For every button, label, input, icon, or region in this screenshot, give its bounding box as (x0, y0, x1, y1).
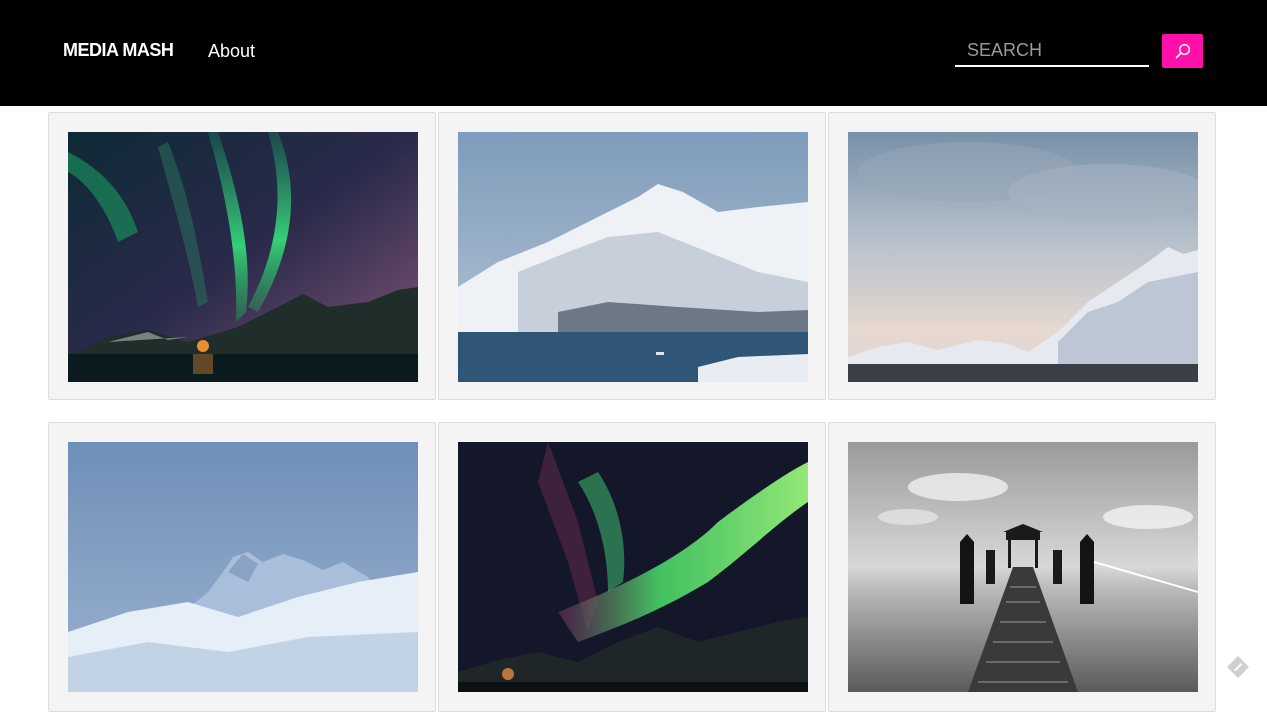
gallery-card[interactable] (828, 112, 1216, 400)
gallery-card[interactable] (438, 112, 826, 400)
gallery-card[interactable] (48, 112, 436, 400)
brand-logo-link[interactable]: MEDIA MASH (63, 40, 174, 61)
top-navbar: MEDIA MASH About (0, 0, 1267, 106)
aurora-over-mountains-icon[interactable] (458, 442, 808, 692)
edit-icon[interactable] (1226, 655, 1250, 679)
snow-mountain-blue-sky-icon[interactable] (68, 442, 418, 692)
search-input[interactable] (955, 35, 1149, 67)
cloudy-sky-snowy-peak-icon[interactable] (848, 132, 1198, 382)
snowy-mountain-over-water-icon[interactable] (458, 132, 808, 382)
nav-about-link[interactable]: About (208, 41, 255, 62)
search-icon (1175, 43, 1190, 59)
gallery-card[interactable] (828, 422, 1216, 712)
search-button[interactable] (1162, 34, 1203, 68)
gallery-card[interactable] (48, 422, 436, 712)
gallery-card[interactable] (438, 422, 826, 712)
black-white-pier-icon[interactable] (848, 442, 1198, 692)
aurora-over-fjord-icon[interactable] (68, 132, 418, 382)
